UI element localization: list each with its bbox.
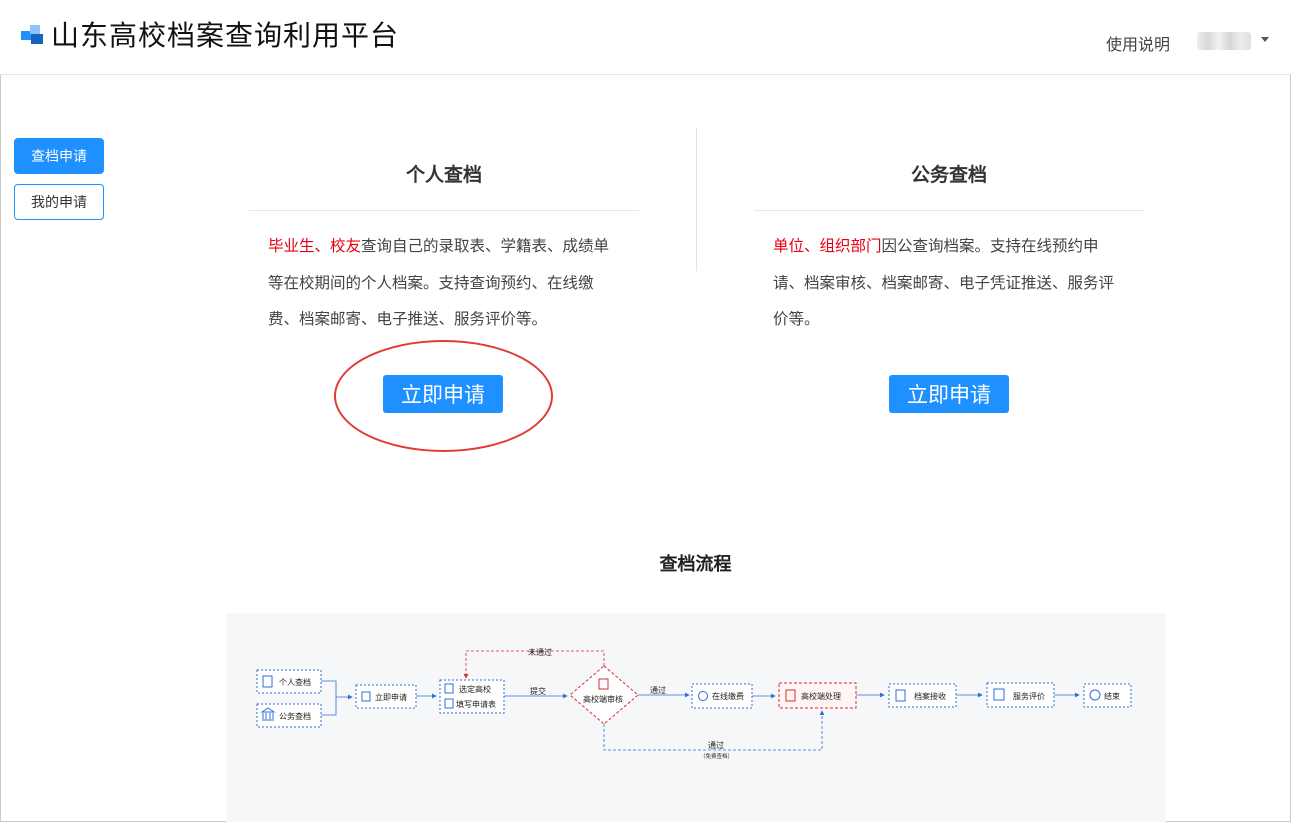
sidebar-item-my-applications[interactable]: 我的申请 (14, 184, 104, 220)
flow-node-official: 公务查档 (256, 703, 322, 728)
user-avatar[interactable] (1197, 32, 1251, 50)
flow-node-receive: 档案接收 (888, 683, 957, 708)
chevron-down-icon[interactable] (1261, 37, 1269, 42)
flow-label-apply: 立即申请 (375, 692, 407, 702)
sidebar-item-apply[interactable]: 查档申请 (14, 138, 104, 174)
flow-node-apply: 立即申请 (355, 684, 417, 709)
flow-edge-submit: 提交 (530, 686, 546, 696)
flow-node-end: 结束 (1083, 683, 1132, 708)
flow-edge-pass-free: 通过 (708, 740, 724, 750)
flow-label-review: 高校端审核 (583, 694, 623, 704)
personal-card-description: 毕业生、校友查询自己的录取表、学籍表、成绩单等在校期间的个人档案。支持查询预约、… (249, 211, 621, 338)
official-card-title: 公务查档 (910, 164, 987, 186)
help-link[interactable]: 使用说明 (1106, 31, 1170, 55)
logo-icon (21, 25, 45, 45)
flow-label-fill-form: 填写申请表 (456, 699, 496, 709)
personal-card-title: 个人查档 (405, 164, 482, 186)
flow-edge-free-note: （免费查档） (700, 752, 733, 760)
official-card-description: 单位、组织部门因公查询档案。支持在线预约申请、档案审核、档案邮寄、电子凭证推送、… (754, 211, 1126, 338)
top-header: 山东高校档案查询利用平台 使用说明 (0, 0, 1291, 75)
flow-title: 查档流程 (659, 554, 732, 575)
app-title: 山东高校档案查询利用平台 (51, 19, 400, 52)
flow-diagram-svg: 个人查档 公务查档 立即申请 选定高校 填写申请表 提交 高校端审核 未通过 通… (256, 647, 1132, 760)
flow-edge-not-pass: 未通过 (528, 647, 552, 657)
flow-node-evaluate: 服务评价 (986, 682, 1055, 708)
official-apply-button[interactable]: 立即申请 (889, 375, 1009, 413)
flow-label-select-school: 选定高校 (459, 684, 491, 694)
flow-node-pay: 在线缴费 (691, 683, 753, 709)
personal-card: 个人查档 毕业生、校友查询自己的录取表、学籍表、成绩单等在校期间的个人档案。支持… (249, 130, 639, 413)
flow-label-pay: 在线缴费 (712, 691, 744, 701)
vertical-divider (696, 128, 697, 271)
flow-label-evaluate: 服务评价 (1013, 691, 1045, 701)
official-card: 公务查档 单位、组织部门因公查询档案。支持在线预约申请、档案审核、档案邮寄、电子… (754, 130, 1144, 413)
annotation-circle (334, 340, 553, 452)
flow-node-personal: 个人查档 (256, 669, 322, 694)
flow-node-review: 高校端审核 (569, 665, 639, 725)
flow-label-process: 高校端处理 (801, 691, 841, 701)
official-card-highlight: 单位、组织部门 (773, 237, 882, 255)
flow-node-process: 高校端处理 (778, 682, 857, 709)
flow-label-personal: 个人查档 (279, 677, 311, 687)
personal-card-highlight: 毕业生、校友 (268, 237, 362, 255)
flow-edge-pass: 通过 (650, 685, 666, 695)
flow-label-receive: 档案接收 (914, 691, 946, 701)
flow-node-select-school: 选定高校 填写申请表 (439, 679, 505, 714)
flow-diagram: 个人查档 公务查档 立即申请 选定高校 填写申请表 提交 高校端审核 未通过 通… (226, 613, 1166, 822)
flow-label-end: 结束 (1104, 691, 1120, 701)
flow-label-official: 公务查档 (279, 711, 311, 721)
